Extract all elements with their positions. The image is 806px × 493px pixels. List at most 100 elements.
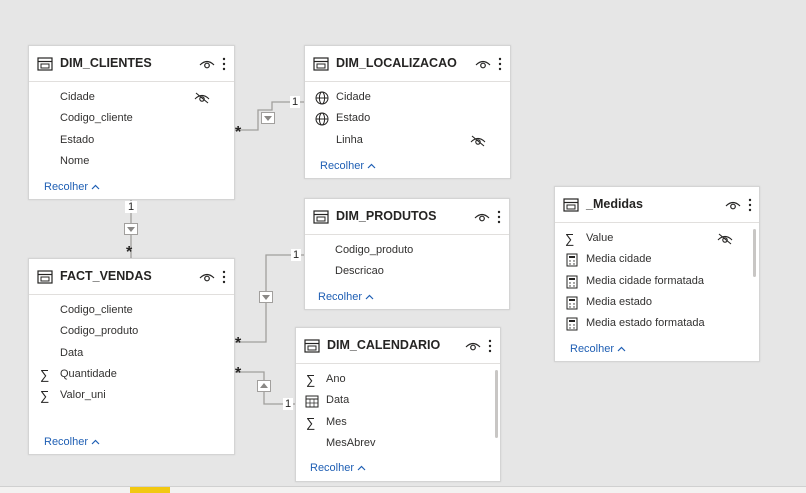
field-label: Media cidade [586, 253, 652, 266]
rel-direction-arrow[interactable] [261, 112, 275, 124]
more-options-icon[interactable] [747, 197, 753, 213]
field-row[interactable]: Data [296, 391, 500, 412]
hidden-eye-icon[interactable] [717, 233, 733, 245]
rel-many-vendas-produtos[interactable]: * [235, 336, 241, 352]
field-row[interactable]: ∑ Value [555, 229, 759, 250]
table-header[interactable]: FACT_VENDAS [29, 259, 234, 295]
field-row[interactable]: Cidade [305, 88, 510, 109]
table-icon [563, 198, 579, 212]
chevron-up-icon [367, 163, 376, 169]
collapse-label: Recolher [44, 181, 89, 193]
active-tab-indicator[interactable] [130, 487, 170, 493]
field-row[interactable]: MesAbrev [296, 434, 500, 455]
globe-icon [315, 91, 329, 105]
table-icon [37, 57, 53, 71]
field-row[interactable]: Estado [305, 109, 510, 130]
eye-icon[interactable] [475, 59, 491, 70]
chevron-up-icon [357, 465, 366, 471]
calculator-icon [566, 253, 578, 267]
rel-one-clientes[interactable]: 1 [125, 201, 137, 213]
field-row[interactable]: ∑ Mes [296, 413, 500, 434]
field-label: Value [586, 232, 614, 244]
field-row[interactable]: Codigo_produto [29, 322, 234, 343]
table-card-dim-calendario[interactable]: DIM_CALENDARIO ∑ Ano Data ∑ Mes MesAbrev… [295, 327, 501, 482]
field-row[interactable]: Media cidade [555, 250, 759, 271]
table-icon [313, 210, 329, 224]
sigma-icon: ∑ [306, 372, 316, 387]
eye-icon[interactable] [725, 200, 741, 211]
rel-direction-arrow[interactable] [124, 223, 138, 235]
field-row[interactable]: Media cidade formatada [555, 272, 759, 293]
field-row[interactable]: Media estado [555, 293, 759, 314]
eye-icon[interactable] [199, 272, 215, 283]
rel-one-produtos[interactable]: 1 [291, 249, 301, 261]
chevron-up-icon [91, 184, 100, 190]
field-row[interactable]: ∑ Quantidade [29, 365, 234, 386]
table-card-medidas[interactable]: _Medidas ∑ Value Media cidade Media cida… [554, 186, 760, 362]
field-label: Data [326, 394, 350, 407]
field-row[interactable]: ∑ Ano [296, 370, 500, 391]
hidden-eye-icon[interactable] [470, 135, 486, 147]
field-label: MesAbrev [326, 436, 376, 449]
rel-direction-arrow[interactable] [257, 380, 271, 392]
collapse-link[interactable]: Recolher [570, 343, 626, 355]
collapse-link[interactable]: Recolher [310, 462, 366, 474]
field-label: Codigo_cliente [60, 112, 133, 125]
field-row[interactable]: Media estado formatada [555, 314, 759, 335]
table-header[interactable]: _Medidas [555, 187, 759, 223]
eye-icon[interactable] [465, 341, 481, 352]
table-card-dim-produtos[interactable]: DIM_PRODUTOS Codigo_produto Descricao Re… [304, 198, 510, 310]
sigma-icon: ∑ [40, 366, 50, 382]
field-row[interactable]: Cidade [29, 88, 234, 109]
field-row[interactable]: Codigo_produto [305, 241, 509, 262]
field-row[interactable]: Linha [305, 131, 510, 152]
hidden-eye-icon[interactable] [194, 92, 210, 104]
field-label: Media cidade formatada [586, 274, 705, 287]
more-options-icon[interactable] [221, 56, 227, 72]
more-options-icon[interactable] [497, 56, 503, 72]
rel-direction-arrow[interactable] [259, 291, 273, 303]
more-options-icon[interactable] [221, 269, 227, 285]
table-header[interactable]: DIM_PRODUTOS [305, 199, 509, 235]
table-card-dim-localizacao[interactable]: DIM_LOCALIZACAO Cidade Estado Linha Reco… [304, 45, 511, 179]
eye-icon[interactable] [474, 212, 490, 223]
collapse-link[interactable]: Recolher [318, 291, 374, 303]
collapse-link[interactable]: Recolher [44, 181, 100, 193]
sigma-icon: ∑ [40, 388, 50, 404]
scrollbar[interactable] [495, 370, 498, 438]
table-header[interactable]: DIM_CALENDARIO [296, 328, 500, 364]
field-row[interactable]: Descricao [305, 262, 509, 283]
more-options-icon[interactable] [487, 338, 493, 354]
rel-one-calendario[interactable]: 1 [283, 398, 293, 410]
table-card-fact-vendas[interactable]: FACT_VENDAS Codigo_cliente Codigo_produt… [28, 258, 235, 455]
field-label: Codigo_produto [60, 325, 139, 338]
table-icon [37, 270, 53, 284]
table-header[interactable]: DIM_CLIENTES [29, 46, 234, 82]
table-card-dim-clientes[interactable]: DIM_CLIENTES Cidade Codigo_cliente Estad… [28, 45, 235, 200]
eye-icon[interactable] [199, 59, 215, 70]
table-title: DIM_CLIENTES [60, 56, 152, 70]
field-row[interactable]: ∑ Valor_uni [29, 386, 234, 407]
field-row[interactable]: Data [29, 344, 234, 365]
collapse-label: Recolher [44, 436, 89, 448]
collapse-link[interactable]: Recolher [44, 436, 100, 448]
field-label: Estado [60, 133, 95, 146]
collapse-label: Recolher [570, 343, 615, 355]
field-label: Mes [326, 415, 347, 428]
field-row[interactable]: Codigo_cliente [29, 301, 234, 322]
table-icon [313, 57, 329, 71]
field-label: Nome [60, 154, 90, 167]
more-options-icon[interactable] [496, 209, 502, 225]
rel-many-clientes[interactable]: * [235, 125, 241, 141]
field-row[interactable]: Estado [29, 131, 234, 152]
field-row[interactable]: Codigo_cliente [29, 109, 234, 130]
field-label: Cidade [336, 91, 371, 103]
rel-one-localizacao[interactable]: 1 [290, 96, 300, 108]
table-header[interactable]: DIM_LOCALIZACAO [305, 46, 510, 82]
scrollbar[interactable] [753, 229, 756, 277]
field-row[interactable]: Nome [29, 152, 234, 173]
rel-many-vendas-calendario[interactable]: * [235, 366, 241, 382]
collapse-link[interactable]: Recolher [320, 160, 376, 172]
field-label: Codigo_produto [335, 244, 414, 256]
field-label: Quantidade [60, 367, 117, 380]
